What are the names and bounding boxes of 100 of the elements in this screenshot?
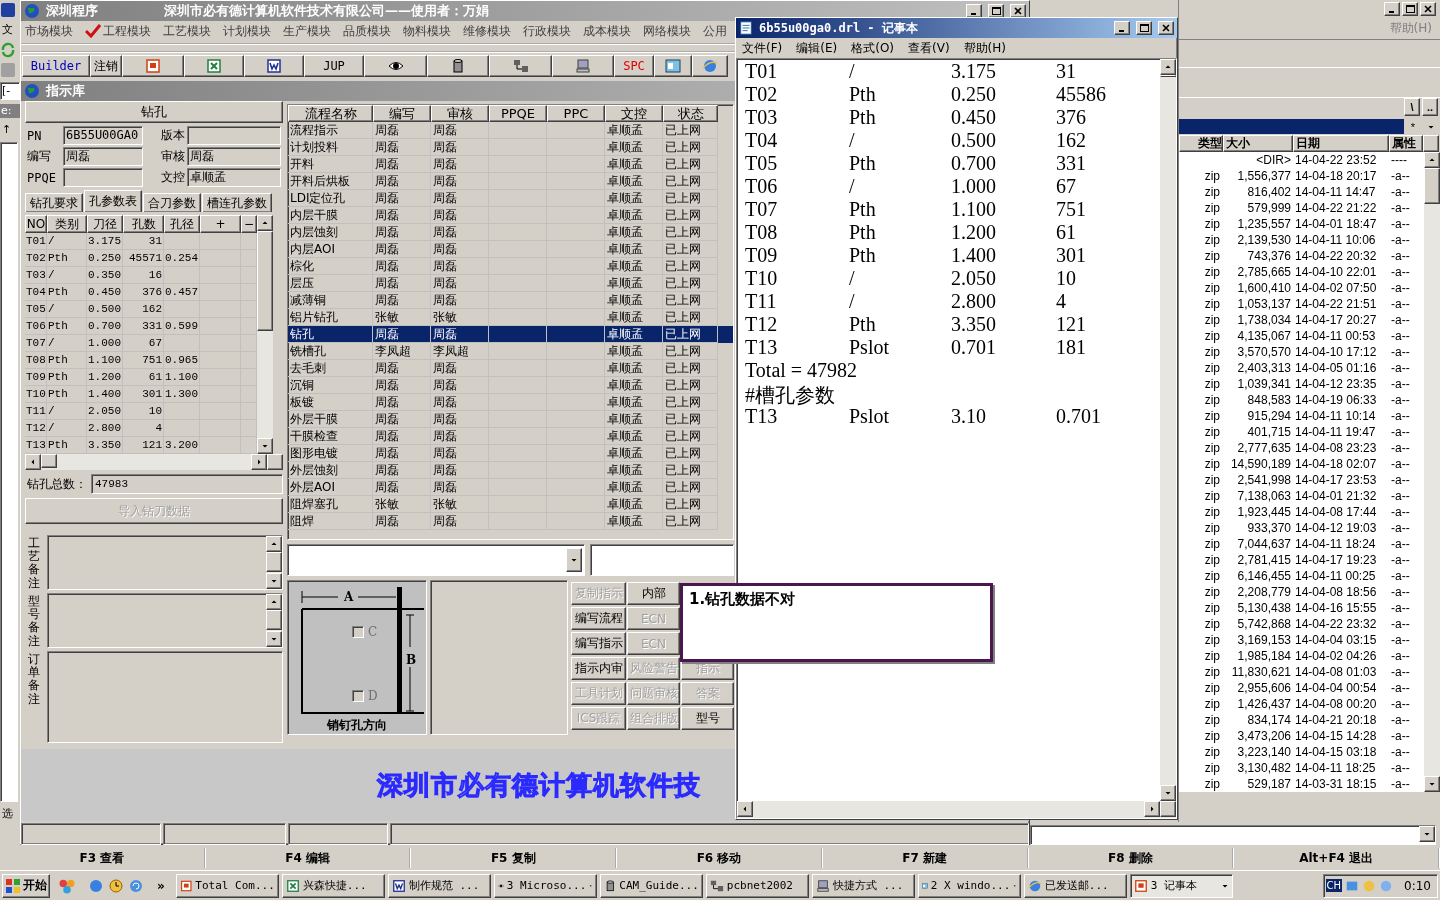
table-row[interactable]: 减薄铜 周磊 周磊 卓顺孟 已上网 xyxy=(288,292,733,309)
scroll-button[interactable] xyxy=(1419,826,1435,842)
menu-item[interactable]: 公用 xyxy=(703,22,727,40)
action-button[interactable]: 指示内审 xyxy=(571,657,626,680)
scroll-button[interactable] xyxy=(266,573,282,589)
toolbar-button[interactable] xyxy=(489,55,552,77)
text-field[interactable] xyxy=(590,544,734,576)
tab[interactable]: 合刀参数 xyxy=(143,193,201,212)
toolbar-button[interactable] xyxy=(364,55,427,77)
table-row[interactable]: 外层蚀刻 周磊 周磊 卓顺孟 已上网 xyxy=(288,462,733,479)
table-row[interactable]: 外层干膜 周磊 周磊 卓顺孟 已上网 xyxy=(288,411,733,428)
menu-item[interactable]: 查看(V) xyxy=(908,39,950,57)
scrollbar[interactable] xyxy=(257,215,273,454)
scrollbar[interactable] xyxy=(266,536,282,589)
table-row[interactable]: 钻孔 周磊 周磊 卓顺孟 已上网 xyxy=(288,326,733,343)
toolbar-button[interactable] xyxy=(692,55,728,77)
table-row[interactable]: 内层蚀刻 周磊 周磊 卓顺孟 已上网 xyxy=(288,224,733,241)
menu-item[interactable]: 生产模块 xyxy=(283,22,331,40)
column-header[interactable]: ↑ xyxy=(0,122,12,138)
column-header[interactable]: 日期 xyxy=(1293,135,1389,152)
tab[interactable]: 钻孔要求 xyxy=(25,193,83,212)
menu-item[interactable]: 市场模块 xyxy=(25,22,73,40)
text-field[interactable]: 47983 xyxy=(91,474,283,494)
text-field[interactable]: 卓顺孟 xyxy=(187,168,281,187)
scroll-button[interactable] xyxy=(251,454,267,470)
menu-item[interactable]: 工艺模块 xyxy=(163,22,211,40)
scroll-button[interactable] xyxy=(1424,152,1440,168)
toolbar-button[interactable] xyxy=(244,55,304,77)
drive-selector[interactable]: [- xyxy=(0,82,20,100)
column-header[interactable]: 编写 xyxy=(373,105,431,122)
table-row[interactable]: LDI定位孔 周磊 周磊 卓顺孟 已上网 xyxy=(288,190,733,207)
table-row[interactable]: 流程指示 周磊 周磊 卓顺孟 已上网 xyxy=(288,122,733,139)
scroll-button[interactable] xyxy=(266,631,282,647)
taskbar-button[interactable]: 兴森快捷... xyxy=(281,873,385,898)
scroll-button[interactable] xyxy=(1160,59,1176,75)
taskbar-button[interactable]: 2 X windo... xyxy=(917,873,1021,898)
text-field[interactable] xyxy=(187,126,281,145)
table-row[interactable]: 内层干膜 周磊 周磊 卓顺孟 已上网 xyxy=(288,207,733,224)
checkbox[interactable] xyxy=(352,626,364,638)
menu-item[interactable]: 维修模块 xyxy=(463,22,511,40)
tab[interactable]: 槽连孔参数 xyxy=(202,193,272,212)
clock-icon[interactable] xyxy=(108,877,124,894)
column-header[interactable]: 流程名称 xyxy=(288,105,373,122)
table-row[interactable]: 外层AOI 周磊 周磊 卓顺孟 已上网 xyxy=(288,479,733,496)
toolbar-button[interactable] xyxy=(184,55,244,77)
checkbox[interactable] xyxy=(352,690,364,702)
path-button[interactable]: \ xyxy=(1404,98,1420,116)
start-button[interactable]: 开始 xyxy=(2,873,50,898)
maximize-button[interactable] xyxy=(1402,2,1418,16)
toolbar-button[interactable] xyxy=(427,55,489,77)
taskbar-button[interactable]: 3 记事本 xyxy=(1129,873,1233,898)
toolbar-button[interactable] xyxy=(552,55,614,77)
scroll-thumb[interactable] xyxy=(266,610,282,630)
scroll-button[interactable] xyxy=(1160,801,1176,817)
column-header[interactable]: + xyxy=(200,215,241,233)
action-button[interactable]: 内部 xyxy=(627,582,680,605)
scroll-button[interactable] xyxy=(1144,801,1160,817)
action-button[interactable]: 编写流程 xyxy=(571,607,626,630)
close-button[interactable] xyxy=(1420,2,1436,16)
scroll-button[interactable] xyxy=(1424,776,1440,792)
column-header[interactable]: 孔径 xyxy=(164,215,200,233)
more-button[interactable]: » xyxy=(157,878,165,893)
menu-item[interactable]: 物料模块 xyxy=(403,22,451,40)
menu-item[interactable]: 帮助(H) xyxy=(963,39,1006,57)
action-button[interactable]: 型号 xyxy=(681,707,734,730)
taskbar-button[interactable]: 制作规范 ... xyxy=(387,873,491,898)
column-header[interactable]: 类型 xyxy=(1179,135,1223,152)
table-row[interactable]: 板镀 周磊 周磊 卓顺孟 已上网 xyxy=(288,394,733,411)
menu-item[interactable]: 格式(O) xyxy=(851,39,895,57)
scrollbar[interactable] xyxy=(737,801,1176,818)
menu-item[interactable]: 成本模块 xyxy=(583,22,631,40)
column-header[interactable]: 属性 xyxy=(1389,135,1423,152)
dropdown-field[interactable] xyxy=(287,544,585,576)
scroll-button[interactable] xyxy=(737,801,753,817)
scroll-thumb[interactable] xyxy=(41,454,57,468)
menu-item[interactable]: 品质模块 xyxy=(343,22,391,40)
menu-item[interactable]: 文 xyxy=(0,22,13,38)
table-row[interactable]: 棕化 周磊 周磊 卓顺孟 已上网 xyxy=(288,258,733,275)
language-indicator[interactable]: CH xyxy=(1325,879,1343,892)
table-row[interactable]: 开料后烘板 周磊 周磊 卓顺孟 已上网 xyxy=(288,173,733,190)
column-header[interactable]: 孔数 xyxy=(123,215,164,233)
taskbar-button[interactable]: pcbnet2002 xyxy=(705,873,809,898)
menu-item[interactable]: 网络模块 xyxy=(643,22,691,40)
column-header[interactable]: 类别 xyxy=(47,215,87,233)
scroll-button[interactable] xyxy=(267,454,283,470)
toolbar-button[interactable]: 注销 xyxy=(90,55,122,77)
taskbar-button[interactable]: Total Com... xyxy=(175,873,279,898)
column-header[interactable]: 状态 xyxy=(663,105,718,122)
taskbar-button[interactable]: 3 Microso... xyxy=(493,873,597,898)
minimize-button[interactable] xyxy=(966,4,982,18)
scroll-thumb[interactable] xyxy=(257,231,273,331)
table-row[interactable]: 阻焊 周磊 周磊 卓顺孟 已上网 xyxy=(288,513,733,530)
menu-item[interactable]: 文件(F) xyxy=(742,39,783,57)
tab[interactable]: 孔参数表 xyxy=(84,190,142,212)
text-field[interactable]: 6B55U00GA0 xyxy=(63,126,143,145)
menu-item[interactable]: 行政模块 xyxy=(523,22,571,40)
table-row[interactable]: 阻焊塞孔 张敏 张敏 卓顺孟 已上网 xyxy=(288,496,733,513)
scroll-thumb[interactable] xyxy=(1160,75,1176,77)
scroll-button[interactable] xyxy=(1160,785,1176,801)
menu-item[interactable]: 工程模块 xyxy=(85,22,151,40)
